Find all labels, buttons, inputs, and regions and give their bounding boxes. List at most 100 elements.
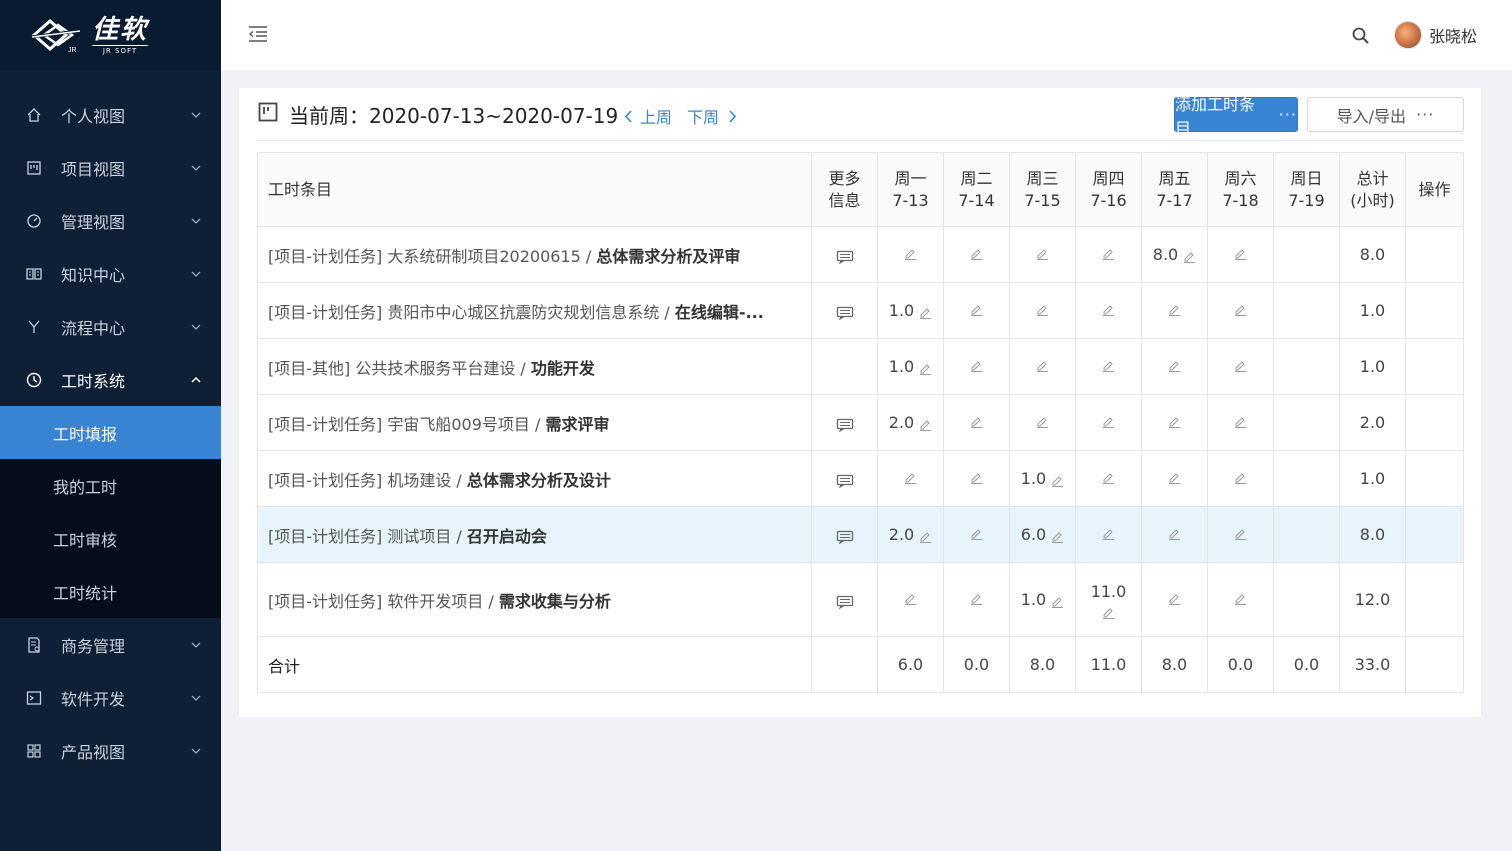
task-cell[interactable]: [项目-计划任务] 宇宙飞船009号项目 / 需求评审 [257, 394, 812, 451]
table-row[interactable]: [项目-计划任务] 软件开发项目 / 需求收集与分析 1.0 11.0 12.0 [257, 562, 1464, 637]
table-row[interactable]: [项目-计划任务] 机场建设 / 总体需求分析及设计 1.0 1.0 [257, 450, 1464, 507]
day-hours-cell[interactable] [1141, 282, 1208, 339]
message-icon[interactable] [836, 417, 854, 432]
edit-pencil-icon[interactable] [1168, 469, 1181, 484]
edit-pencil-icon[interactable] [1102, 604, 1115, 619]
day-hours-cell[interactable] [1141, 450, 1208, 507]
edit-pencil-icon[interactable] [1102, 469, 1115, 484]
edit-pencil-icon[interactable] [904, 469, 917, 484]
day-hours-cell[interactable] [1273, 562, 1340, 637]
edit-pencil-icon[interactable] [1102, 245, 1115, 260]
submenu-item-timesheet-review[interactable]: 工时审核 [0, 512, 221, 565]
table-row[interactable]: [项目-计划任务] 大系统研制项目20200615 / 总体需求分析及评审 8.0… [257, 226, 1464, 283]
day-hours-cell[interactable] [1141, 562, 1208, 637]
task-cell[interactable]: [项目-计划任务] 软件开发项目 / 需求收集与分析 [257, 562, 812, 637]
day-hours-cell[interactable] [1273, 338, 1340, 395]
day-hours-cell[interactable] [1141, 394, 1208, 451]
day-hours-cell[interactable] [943, 226, 1010, 283]
edit-pencil-icon[interactable] [970, 301, 983, 316]
day-hours-cell[interactable] [1075, 450, 1142, 507]
edit-pencil-icon[interactable] [919, 416, 932, 431]
day-hours-cell[interactable] [1273, 450, 1340, 507]
edit-pencil-icon[interactable] [904, 245, 917, 260]
edit-pencil-icon[interactable] [1234, 590, 1247, 605]
day-hours-cell[interactable] [1207, 394, 1274, 451]
day-hours-cell[interactable] [1273, 226, 1340, 283]
day-hours-cell[interactable] [1009, 226, 1076, 283]
table-row[interactable]: [项目-计划任务] 宇宙飞船009号项目 / 需求评审 2.0 2.0 [257, 394, 1464, 451]
import-export-button[interactable]: 导入/导出 ··· [1307, 97, 1464, 132]
avatar[interactable] [1394, 21, 1422, 49]
search-icon[interactable] [1351, 26, 1371, 46]
day-hours-cell[interactable] [1273, 282, 1340, 339]
edit-pencil-icon[interactable] [1168, 357, 1181, 372]
day-hours-cell[interactable] [1075, 226, 1142, 283]
edit-pencil-icon[interactable] [970, 525, 983, 540]
sidebar-item-knowledge-center[interactable]: 知识中心 [0, 247, 221, 300]
day-hours-cell[interactable] [943, 338, 1010, 395]
day-hours-cell[interactable] [943, 506, 1010, 563]
day-hours-cell[interactable] [877, 226, 944, 283]
add-timesheet-entry-button[interactable]: 添加工时条目 ··· [1174, 95, 1298, 138]
edit-pencil-icon[interactable] [1168, 590, 1181, 605]
day-hours-cell[interactable]: 2.0 [877, 394, 944, 451]
table-row[interactable]: [项目-计划任务] 贵阳市中心城区抗震防灾规划信息系统 / 在线编辑-... 1.… [257, 282, 1464, 339]
edit-pencil-icon[interactable] [970, 590, 983, 605]
submenu-item-fill-timesheet[interactable]: 工时填报 [0, 406, 221, 459]
edit-pencil-icon[interactable] [970, 245, 983, 260]
day-hours-cell[interactable]: 1.0 [877, 282, 944, 339]
day-hours-cell[interactable] [943, 394, 1010, 451]
day-hours-cell[interactable] [1207, 282, 1274, 339]
day-hours-cell[interactable]: 1.0 [1009, 450, 1076, 507]
edit-pencil-icon[interactable] [1168, 301, 1181, 316]
edit-pencil-icon[interactable] [970, 357, 983, 372]
table-row[interactable]: [项目-计划任务] 测试项目 / 召开启动会 2.0 6.0 8.0 [257, 506, 1464, 563]
day-hours-cell[interactable] [1273, 394, 1340, 451]
day-hours-cell[interactable]: 1.0 [877, 338, 944, 395]
task-cell[interactable]: [项目-计划任务] 大系统研制项目20200615 / 总体需求分析及评审 [257, 226, 812, 283]
message-icon[interactable] [836, 529, 854, 544]
day-hours-cell[interactable] [1207, 338, 1274, 395]
logo[interactable]: JR 佳软 JR SOFT [0, 0, 221, 70]
edit-pencil-icon[interactable] [1051, 593, 1064, 608]
edit-pencil-icon[interactable] [1168, 413, 1181, 428]
day-hours-cell[interactable]: 1.0 [1009, 562, 1076, 637]
prev-week-label[interactable]: 上周 [640, 104, 672, 128]
sidebar-item-project-view[interactable]: 项目视图 [0, 141, 221, 194]
day-hours-cell[interactable]: 2.0 [877, 506, 944, 563]
day-hours-cell[interactable] [1075, 394, 1142, 451]
sidebar-item-software-development[interactable]: 软件开发 [0, 671, 221, 724]
task-cell[interactable]: [项目-计划任务] 机场建设 / 总体需求分析及设计 [257, 450, 812, 507]
edit-pencil-icon[interactable] [1234, 469, 1247, 484]
menu-collapse-icon[interactable] [247, 24, 269, 44]
edit-pencil-icon[interactable] [1036, 357, 1049, 372]
submenu-item-my-timesheet[interactable]: 我的工时 [0, 459, 221, 512]
sidebar-item-business-management[interactable]: 商务管理 [0, 618, 221, 671]
day-hours-cell[interactable] [1075, 282, 1142, 339]
message-icon[interactable] [836, 305, 854, 320]
edit-pencil-icon[interactable] [1051, 472, 1064, 487]
sidebar-item-timesheet-system[interactable]: 工时系统 [0, 353, 221, 406]
edit-pencil-icon[interactable] [904, 590, 917, 605]
day-hours-cell[interactable] [1009, 338, 1076, 395]
day-hours-cell[interactable] [877, 450, 944, 507]
edit-pencil-icon[interactable] [970, 469, 983, 484]
submenu-item-timesheet-stats[interactable]: 工时统计 [0, 565, 221, 618]
edit-pencil-icon[interactable] [1234, 245, 1247, 260]
message-icon[interactable] [836, 473, 854, 488]
edit-pencil-icon[interactable] [1102, 525, 1115, 540]
message-icon[interactable] [836, 594, 854, 609]
task-cell[interactable]: [项目-计划任务] 贵阳市中心城区抗震防灾规划信息系统 / 在线编辑-... [257, 282, 812, 339]
table-row[interactable]: [项目-其他] 公共技术服务平台建设 / 功能开发 1.0 1.0 [257, 338, 1464, 395]
day-hours-cell[interactable] [943, 450, 1010, 507]
edit-pencil-icon[interactable] [1183, 248, 1196, 263]
day-hours-cell[interactable] [1141, 506, 1208, 563]
day-hours-cell[interactable] [1207, 226, 1274, 283]
message-icon[interactable] [836, 249, 854, 264]
sidebar-item-management-view[interactable]: 管理视图 [0, 194, 221, 247]
day-hours-cell[interactable] [943, 282, 1010, 339]
day-hours-cell[interactable] [1207, 506, 1274, 563]
edit-pencil-icon[interactable] [1234, 301, 1247, 316]
edit-pencil-icon[interactable] [919, 360, 932, 375]
edit-pencil-icon[interactable] [1234, 357, 1247, 372]
